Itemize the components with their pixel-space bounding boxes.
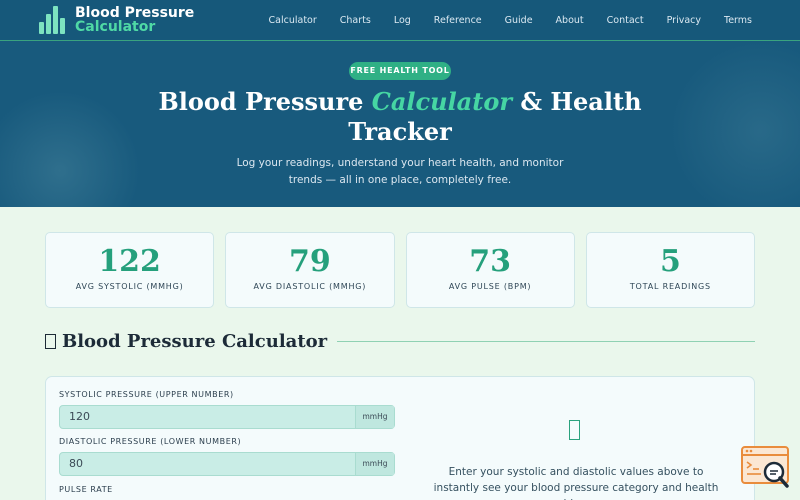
stat-value: 5 xyxy=(659,244,681,279)
free-tool-badge: FREE HEALTH TOOL xyxy=(349,62,451,80)
stat-label: AVG SYSTOLIC (MMHG) xyxy=(75,282,184,291)
stat-label: TOTAL READINGS xyxy=(629,282,711,291)
diastolic-input[interactable]: 80 mmHg xyxy=(59,452,395,476)
brand-logo[interactable]: Blood Pressure Calculator xyxy=(39,6,194,34)
brand-line-2: Calculator xyxy=(75,19,156,35)
nav-link-calculator[interactable]: Calculator xyxy=(269,15,317,26)
stat-card-systolic: 122 AVG SYSTOLIC (MMHG) xyxy=(45,232,215,308)
diastolic-value: 80 xyxy=(69,457,83,470)
hero-subtitle: Log your readings, understand your heart… xyxy=(236,157,564,186)
stat-card-pulse: 73 AVG PULSE (BPM) xyxy=(405,232,575,308)
stat-value: 73 xyxy=(469,244,511,279)
diastolic-unit: mmHg xyxy=(355,453,394,475)
nav-links: Calculator Charts Log Reference Guide Ab… xyxy=(246,0,752,40)
top-navbar: Blood Pressure Calculator Calculator Cha… xyxy=(0,0,800,41)
hero-title-part2: & Health xyxy=(511,87,642,116)
nav-link-log[interactable]: Log xyxy=(394,15,411,26)
hero-section: FREE HEALTH TOOL Blood Pressure Calculat… xyxy=(0,41,800,207)
stat-label: AVG DIASTOLIC (MMHG) xyxy=(253,282,367,291)
diastolic-label: DIASTOLIC PRESSURE (LOWER NUMBER) xyxy=(59,437,242,446)
calculator-section-header: Blood Pressure Calculator xyxy=(45,331,755,352)
calculator-card: SYSTOLIC PRESSURE (UPPER NUMBER) 120 mmH… xyxy=(45,376,755,500)
stat-value: 122 xyxy=(98,244,161,279)
stat-card-total: 5 TOTAL READINGS xyxy=(585,232,755,308)
section-title: Blood Pressure Calculator xyxy=(62,331,328,352)
hero-title-part1: Blood Pressure xyxy=(158,87,372,116)
hero-title: Blood Pressure Calculator & Health Track… xyxy=(0,87,800,147)
nav-link-charts[interactable]: Charts xyxy=(340,15,371,26)
stat-card-diastolic: 79 AVG DIASTOLIC (MMHG) xyxy=(225,232,395,308)
stat-label: AVG PULSE (BPM) xyxy=(448,282,532,291)
hero-title-accent: Calculator xyxy=(371,87,512,116)
missing-glyph-icon xyxy=(45,334,56,349)
pulse-label: PULSE RATE xyxy=(59,485,113,494)
nav-link-contact[interactable]: Contact xyxy=(607,15,644,26)
nav-link-reference[interactable]: Reference xyxy=(434,15,482,26)
code-search-icon[interactable] xyxy=(741,446,791,492)
nav-link-guide[interactable]: Guide xyxy=(505,15,533,26)
bar-chart-logo-icon xyxy=(39,6,69,34)
section-divider xyxy=(337,341,755,342)
stats-row: 122 AVG SYSTOLIC (MMHG) 79 AVG DIASTOLIC… xyxy=(45,232,755,308)
missing-glyph-icon xyxy=(569,420,580,440)
systolic-input[interactable]: 120 mmHg xyxy=(59,405,395,429)
systolic-unit: mmHg xyxy=(355,406,394,428)
nav-link-privacy[interactable]: Privacy xyxy=(667,15,701,26)
hero-title-line2: Tracker xyxy=(348,117,452,146)
nav-link-terms[interactable]: Terms xyxy=(724,15,752,26)
nav-link-about[interactable]: About xyxy=(556,15,584,26)
systolic-label: SYSTOLIC PRESSURE (UPPER NUMBER) xyxy=(59,390,234,399)
systolic-value: 120 xyxy=(69,410,90,423)
stat-value: 79 xyxy=(289,244,331,279)
brand-name: Blood Pressure Calculator xyxy=(75,6,194,34)
result-hint: Enter your systolic and diastolic values… xyxy=(433,466,719,500)
brand-line-1: Blood Pressure xyxy=(75,5,195,21)
